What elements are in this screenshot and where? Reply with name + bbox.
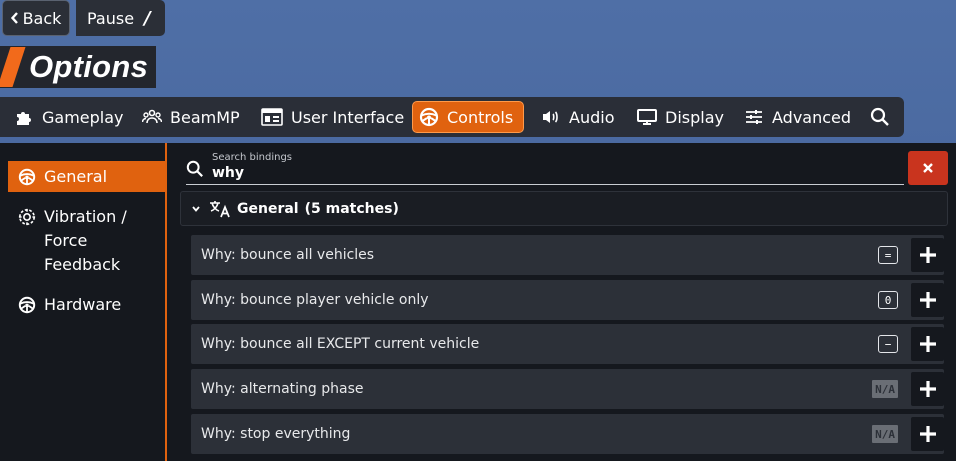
monitor-icon xyxy=(637,109,657,125)
binding-label: Why: bounce player vehicle only xyxy=(201,292,429,308)
tab-advanced[interactable]: Advanced xyxy=(738,101,857,133)
add-binding-button[interactable] xyxy=(911,283,944,317)
bindings-content: Search bindings why General (5 matches) … xyxy=(168,143,956,461)
sidebar-item-hardware-label: Hardware xyxy=(44,295,122,314)
tab-user-interface[interactable]: User Interface xyxy=(255,101,410,133)
tab-display-label: Display xyxy=(665,107,724,127)
users-icon xyxy=(142,109,162,124)
vibration-icon xyxy=(18,208,36,226)
plus-icon xyxy=(919,381,936,397)
binding-key[interactable]: = xyxy=(878,246,898,264)
binding-label: Why: bounce all vehicles xyxy=(201,247,375,263)
ui-icon xyxy=(261,108,283,126)
tab-audio-label: Audio xyxy=(569,107,615,127)
title-accent xyxy=(0,47,26,87)
tab-gameplay-label: Gameplay xyxy=(42,107,124,127)
chevron-down-icon xyxy=(192,205,200,212)
steering-wheel-icon xyxy=(18,296,36,314)
binding-row[interactable]: Why: bounce player vehicle only 0 xyxy=(191,280,944,320)
sidebar-item-vibration-line2: Force xyxy=(44,231,88,250)
sidebar: General Vibration / Force Feedback Hardw… xyxy=(0,143,167,461)
back-button[interactable]: Back xyxy=(2,0,70,36)
page-title-box: Options xyxy=(0,46,156,88)
binding-row[interactable]: Why: bounce all EXCEPT current vehicle − xyxy=(191,324,944,364)
binding-key-unassigned[interactable]: N/A xyxy=(872,380,898,398)
speaker-icon xyxy=(543,111,558,123)
close-icon xyxy=(923,163,933,173)
chevron-left-icon xyxy=(10,12,18,24)
search-bindings-field[interactable]: Search bindings why xyxy=(186,151,904,185)
tab-gameplay[interactable]: Gameplay xyxy=(8,101,130,133)
sidebar-item-general-label: General xyxy=(44,166,108,186)
plus-icon xyxy=(919,292,936,308)
tab-beammp[interactable]: BeamMP xyxy=(136,101,246,133)
back-label: Back xyxy=(22,8,62,28)
top-nav: Gameplay BeamMP User Interface Controls … xyxy=(0,97,904,137)
plus-icon xyxy=(919,426,936,442)
group-header-general[interactable]: General (5 matches) xyxy=(180,191,948,226)
plus-icon xyxy=(919,247,936,263)
binding-row[interactable]: Why: alternating phase N/A xyxy=(191,369,944,409)
group-title: General xyxy=(237,200,299,217)
add-binding-button[interactable] xyxy=(911,238,944,272)
puzzle-icon xyxy=(17,112,31,125)
steering-wheel-icon xyxy=(419,107,439,127)
binding-key[interactable]: 0 xyxy=(878,291,898,309)
search-icon xyxy=(186,160,203,177)
binding-label: Why: stop everything xyxy=(201,426,351,442)
add-binding-button[interactable] xyxy=(911,327,944,361)
tab-controls[interactable]: Controls xyxy=(412,101,524,133)
tab-beammp-label: BeamMP xyxy=(170,107,240,127)
page-title: Options xyxy=(29,49,149,84)
sidebar-item-general[interactable]: General xyxy=(8,161,167,192)
pause-extra: / xyxy=(144,7,151,29)
sidebar-item-hardware[interactable]: Hardware xyxy=(8,293,167,317)
tab-advanced-label: Advanced xyxy=(772,107,852,127)
add-binding-button[interactable] xyxy=(911,372,944,406)
search-input[interactable]: why xyxy=(212,165,244,181)
clear-search-button[interactable] xyxy=(908,151,948,185)
sidebar-item-vibration-line3: Feedback xyxy=(44,255,121,274)
search-icon xyxy=(870,107,889,126)
pause-label: Pause xyxy=(87,8,135,28)
tab-audio[interactable]: Audio xyxy=(535,101,620,133)
binding-row[interactable]: Why: stop everything N/A xyxy=(191,414,944,454)
nav-search-button[interactable] xyxy=(864,101,896,133)
binding-label: Why: alternating phase xyxy=(201,381,364,397)
binding-row[interactable]: Why: bounce all vehicles = xyxy=(191,235,944,275)
add-binding-button[interactable] xyxy=(911,417,944,451)
tab-controls-label: Controls xyxy=(447,107,514,127)
plus-icon xyxy=(919,336,936,352)
binding-label: Why: bounce all EXCEPT current vehicle xyxy=(201,336,480,352)
binding-key[interactable]: − xyxy=(878,335,898,353)
group-count: (5 matches) xyxy=(304,200,399,217)
tab-display[interactable]: Display xyxy=(631,101,730,133)
search-label: Search bindings xyxy=(212,152,293,163)
tab-user-interface-label: User Interface xyxy=(291,107,405,127)
binding-key-unassigned[interactable]: N/A xyxy=(872,425,898,443)
steering-wheel-icon xyxy=(18,168,36,185)
pause-button[interactable]: Pause / xyxy=(76,0,165,36)
sliders-icon xyxy=(746,110,762,124)
translate-icon xyxy=(210,200,230,217)
sidebar-item-vibration-line1: Vibration / xyxy=(44,207,127,226)
sidebar-item-vibration[interactable]: Vibration / Force Feedback xyxy=(8,205,167,277)
